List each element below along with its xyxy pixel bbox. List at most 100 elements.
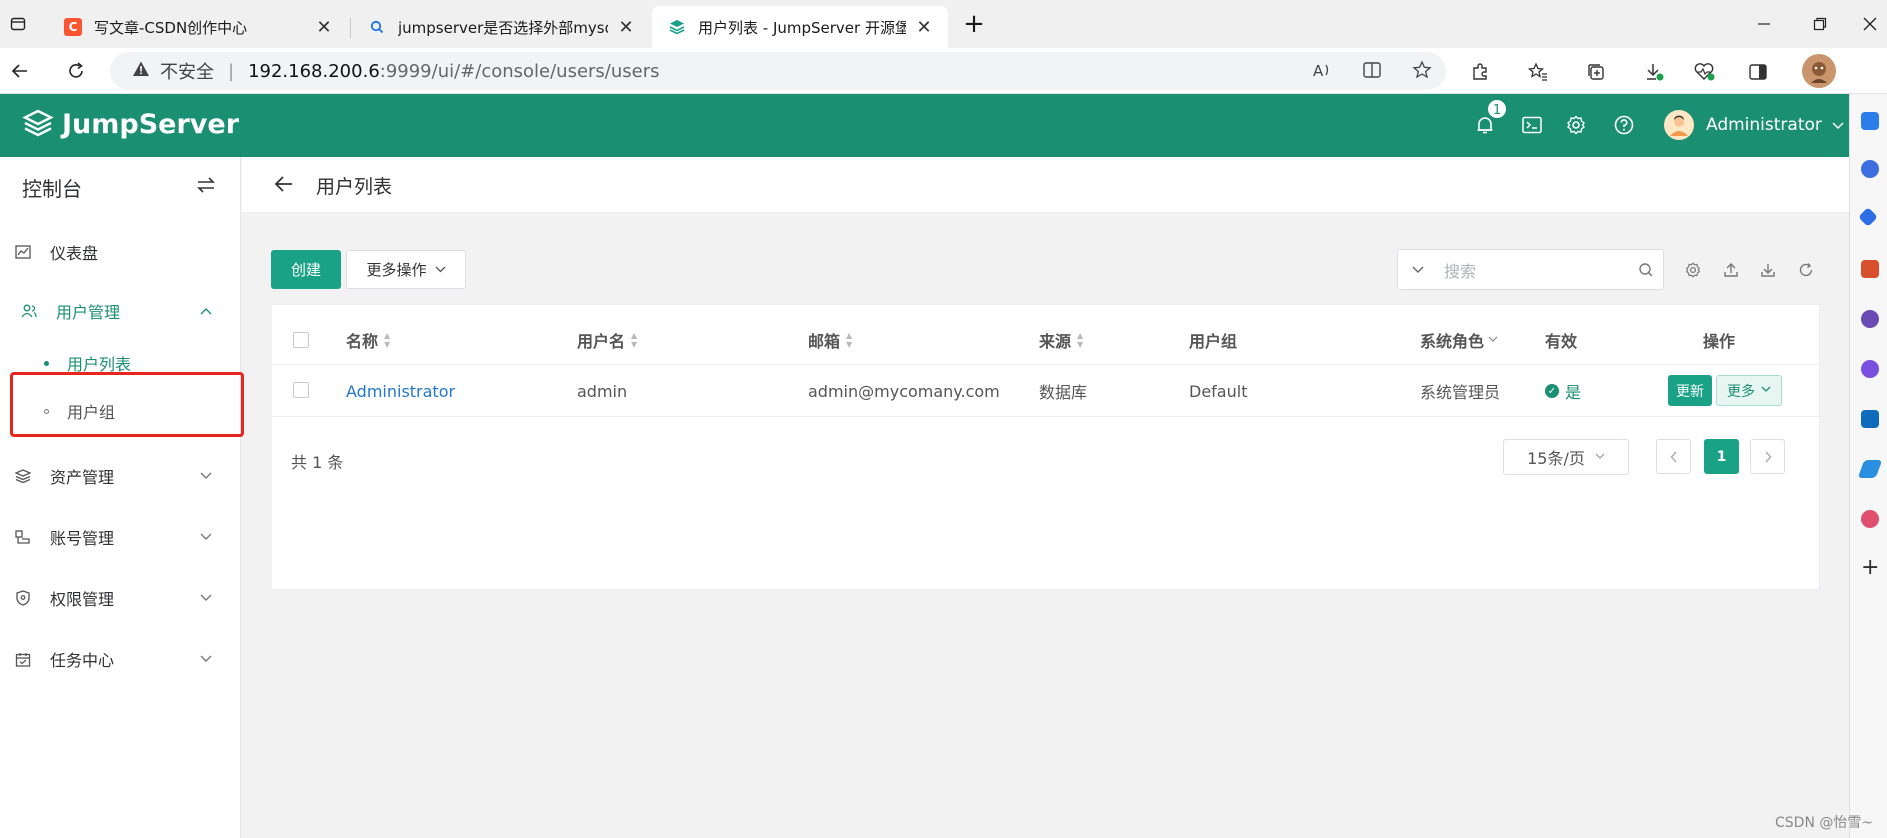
sidebar-subitem-user-group[interactable]: 用户组: [44, 396, 115, 426]
column-header-name[interactable]: 名称 ▲ ▼: [346, 325, 390, 355]
csdn-icon: C: [64, 18, 82, 36]
cell-source: 数据库: [1039, 383, 1088, 402]
new-tab-icon[interactable]: +: [962, 9, 986, 39]
sidebar-toggle-icon[interactable]: [1746, 60, 1770, 84]
cell-role: 系统管理员: [1420, 383, 1501, 402]
copilot-icon[interactable]: [1861, 360, 1879, 378]
prev-page-button[interactable]: [1656, 439, 1691, 474]
download-icon[interactable]: [1759, 261, 1777, 279]
upload-icon[interactable]: [1722, 261, 1740, 279]
read-aloud-icon[interactable]: A: [1312, 60, 1332, 85]
profile-avatar[interactable]: [1802, 54, 1836, 88]
close-icon[interactable]: ✕: [314, 17, 334, 38]
row-more-dropdown[interactable]: 更多: [1716, 375, 1782, 406]
column-header-label: 用户组: [1189, 332, 1238, 351]
notification-bell-icon[interactable]: [1861, 112, 1879, 130]
sort-icon[interactable]: ▲ ▼: [846, 331, 852, 349]
sidebar-item-dashboard[interactable]: 仪表盘: [0, 232, 240, 272]
users-icon: [20, 304, 38, 318]
close-window-icon[interactable]: [1858, 12, 1882, 36]
sidebar-item-account-management[interactable]: 账号管理: [0, 517, 240, 557]
page-number-button[interactable]: 1: [1704, 439, 1739, 474]
jumpserver-app: JumpServer 1 Administrator 控制台 仪表盘 用户管理 …: [0, 94, 1849, 838]
app-logo[interactable]: JumpServer: [22, 108, 239, 140]
insecure-label[interactable]: 不安全: [160, 58, 214, 84]
sort-icon[interactable]: ▲ ▼: [384, 331, 390, 349]
browser-tab-search[interactable]: jumpserver是否选择外部mysql - ✕: [352, 6, 650, 48]
downloads-icon[interactable]: [1642, 60, 1666, 84]
search-icon[interactable]: [1629, 262, 1663, 278]
search-filter-dropdown[interactable]: [1398, 263, 1438, 277]
browser-tab-jumpserver[interactable]: 用户列表 - JumpServer 开源堡垒 ✕: [652, 6, 948, 48]
sidebar-item-user-management[interactable]: 用户管理: [6, 291, 240, 331]
search-input[interactable]: 搜索: [1438, 258, 1629, 282]
sidebar-item-task-center[interactable]: 任务中心: [0, 639, 240, 679]
shopping-tag-icon[interactable]: [1858, 207, 1878, 227]
sidebar-subitem-label: 用户组: [67, 403, 116, 422]
column-header-source[interactable]: 来源 ▲ ▼: [1039, 325, 1083, 355]
total-count: 共 1 条: [291, 453, 344, 472]
terminal-icon[interactable]: [1521, 114, 1543, 136]
refresh-icon[interactable]: [1797, 261, 1815, 279]
minimize-icon[interactable]: [1752, 12, 1776, 36]
select-all-checkbox[interactable]: [293, 332, 309, 348]
browser-tab-csdn[interactable]: C 写文章-CSDN创作中心 ✕: [48, 6, 348, 48]
split-screen-icon[interactable]: [1362, 60, 1382, 85]
restore-icon[interactable]: [1808, 12, 1832, 36]
column-header-role[interactable]: 系统角色: [1420, 325, 1498, 355]
column-header-username[interactable]: 用户名 ▲ ▼: [577, 325, 637, 355]
chevron-left-icon: [1670, 451, 1677, 462]
favorite-star-icon[interactable]: [1412, 60, 1432, 85]
chevron-down-icon: [1832, 115, 1844, 135]
user-menu[interactable]: Administrator: [1664, 110, 1844, 140]
games-icon[interactable]: [1861, 510, 1879, 528]
sidebar-item-label: 任务中心: [50, 651, 115, 670]
chevron-down-icon: [1488, 335, 1498, 346]
reload-icon[interactable]: [64, 59, 88, 83]
send-icon[interactable]: [1857, 460, 1883, 478]
collections-icon[interactable]: [1584, 60, 1608, 84]
extensions-icon[interactable]: [1468, 60, 1492, 84]
back-icon[interactable]: [8, 59, 32, 83]
back-arrow-icon[interactable]: [274, 175, 294, 197]
more-actions-dropdown[interactable]: 更多操作: [346, 250, 466, 289]
help-icon[interactable]: [1613, 114, 1635, 136]
sidebar-subitem-user-list[interactable]: 用户列表: [44, 348, 131, 378]
favorites-icon[interactable]: [1526, 60, 1550, 84]
column-header-label: 来源: [1039, 332, 1072, 351]
address-bar[interactable]: 不安全 | 192.168.200.6:9999/ui/#/console/us…: [110, 52, 1446, 90]
page-size-select[interactable]: 15条/页: [1503, 439, 1629, 475]
sidebar-item-permission-management[interactable]: 权限管理: [0, 578, 240, 618]
bullet-icon: [44, 408, 49, 414]
chevron-down-icon: [200, 469, 212, 483]
user-name-link[interactable]: Administrator: [346, 381, 455, 401]
calendar-icon: [14, 652, 32, 667]
column-header-actions: 操作: [1703, 325, 1735, 355]
create-button[interactable]: 创建: [271, 250, 341, 289]
chevron-down-icon: [1761, 385, 1771, 396]
sort-icon[interactable]: ▲ ▼: [1077, 331, 1083, 349]
settings-gear-icon[interactable]: [1565, 114, 1587, 136]
search-box[interactable]: 搜索: [1397, 249, 1664, 290]
sidebar-item-asset-management[interactable]: 资产管理: [0, 456, 240, 496]
row-checkbox[interactable]: [293, 382, 309, 398]
update-button[interactable]: 更新: [1668, 375, 1712, 406]
tools-icon[interactable]: [1861, 260, 1879, 278]
search-icon[interactable]: [1861, 160, 1879, 178]
tab-actions-icon[interactable]: [6, 12, 30, 36]
next-page-button[interactable]: [1750, 439, 1785, 474]
close-icon[interactable]: ✕: [914, 17, 934, 38]
column-header-email[interactable]: 邮箱 ▲ ▼: [808, 325, 852, 355]
notification-badge: 1: [1486, 98, 1508, 120]
sort-icon[interactable]: ▲ ▼: [631, 331, 637, 349]
outlook-icon[interactable]: [1861, 410, 1879, 428]
people-icon[interactable]: [1861, 310, 1879, 328]
chevron-down-icon: [200, 591, 212, 605]
bullet-icon: [44, 360, 49, 366]
close-icon[interactable]: ✕: [616, 17, 636, 38]
jumpserver-icon: [668, 18, 686, 36]
performance-icon[interactable]: [1692, 60, 1716, 84]
switch-view-icon[interactable]: [196, 177, 216, 197]
table-settings-icon[interactable]: [1684, 261, 1702, 279]
add-icon[interactable]: +: [1861, 557, 1879, 579]
